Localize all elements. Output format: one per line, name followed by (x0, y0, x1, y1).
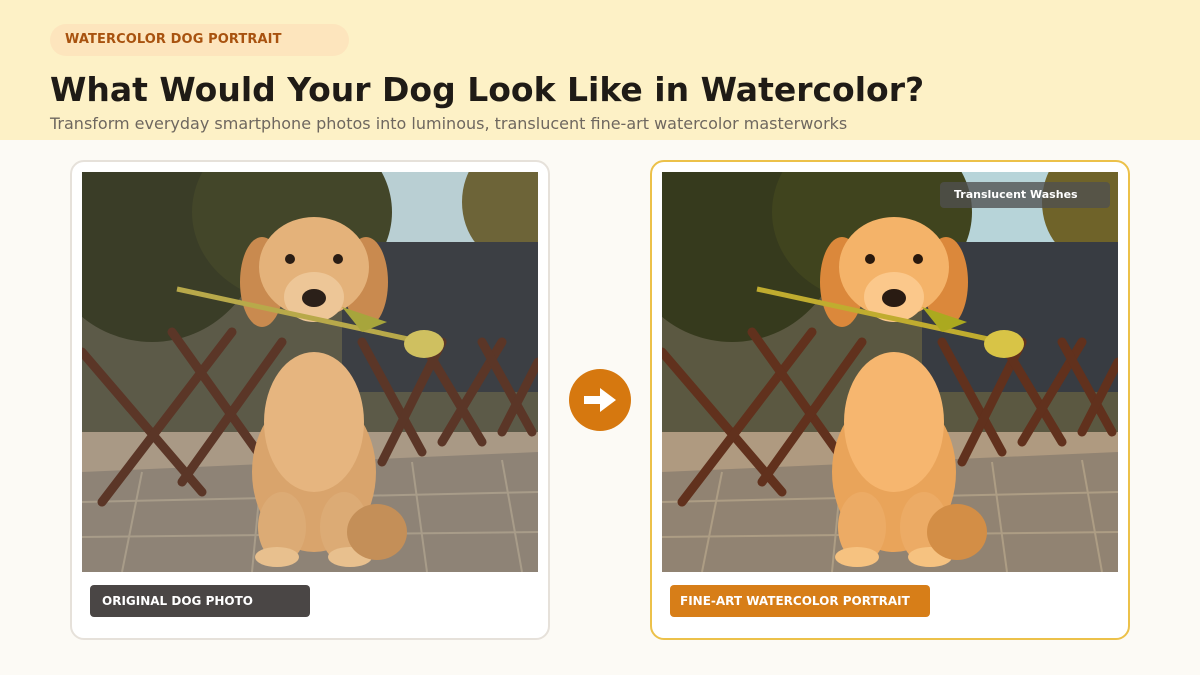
page-title: What Would Your Dog Look Like in Waterco… (50, 70, 925, 109)
original-dog-photo (82, 172, 538, 572)
original-photo-image (82, 172, 538, 572)
page-subtitle: Transform everyday smartphone photos int… (50, 114, 848, 133)
arrow-right-icon (569, 369, 631, 431)
category-badge: WATERCOLOR DOG PORTRAIT (50, 24, 349, 56)
translucent-washes-tag: Translucent Washes (940, 182, 1110, 208)
arrow-right-glyph (584, 388, 616, 412)
watercolor-portrait-image (662, 172, 1118, 572)
original-photo-caption: ORIGINAL DOG PHOTO (90, 585, 310, 617)
header-banner: WATERCOLOR DOG PORTRAIT What Would Your … (0, 0, 1200, 140)
watercolor-portrait-card: Translucent Washes FINE-ART WATERCOLOR P… (650, 160, 1130, 640)
watercolor-portrait-caption: FINE-ART WATERCOLOR PORTRAIT (670, 585, 930, 617)
original-photo-card: ORIGINAL DOG PHOTO (70, 160, 550, 640)
watercolor-dog-portrait: Translucent Washes (662, 172, 1118, 572)
